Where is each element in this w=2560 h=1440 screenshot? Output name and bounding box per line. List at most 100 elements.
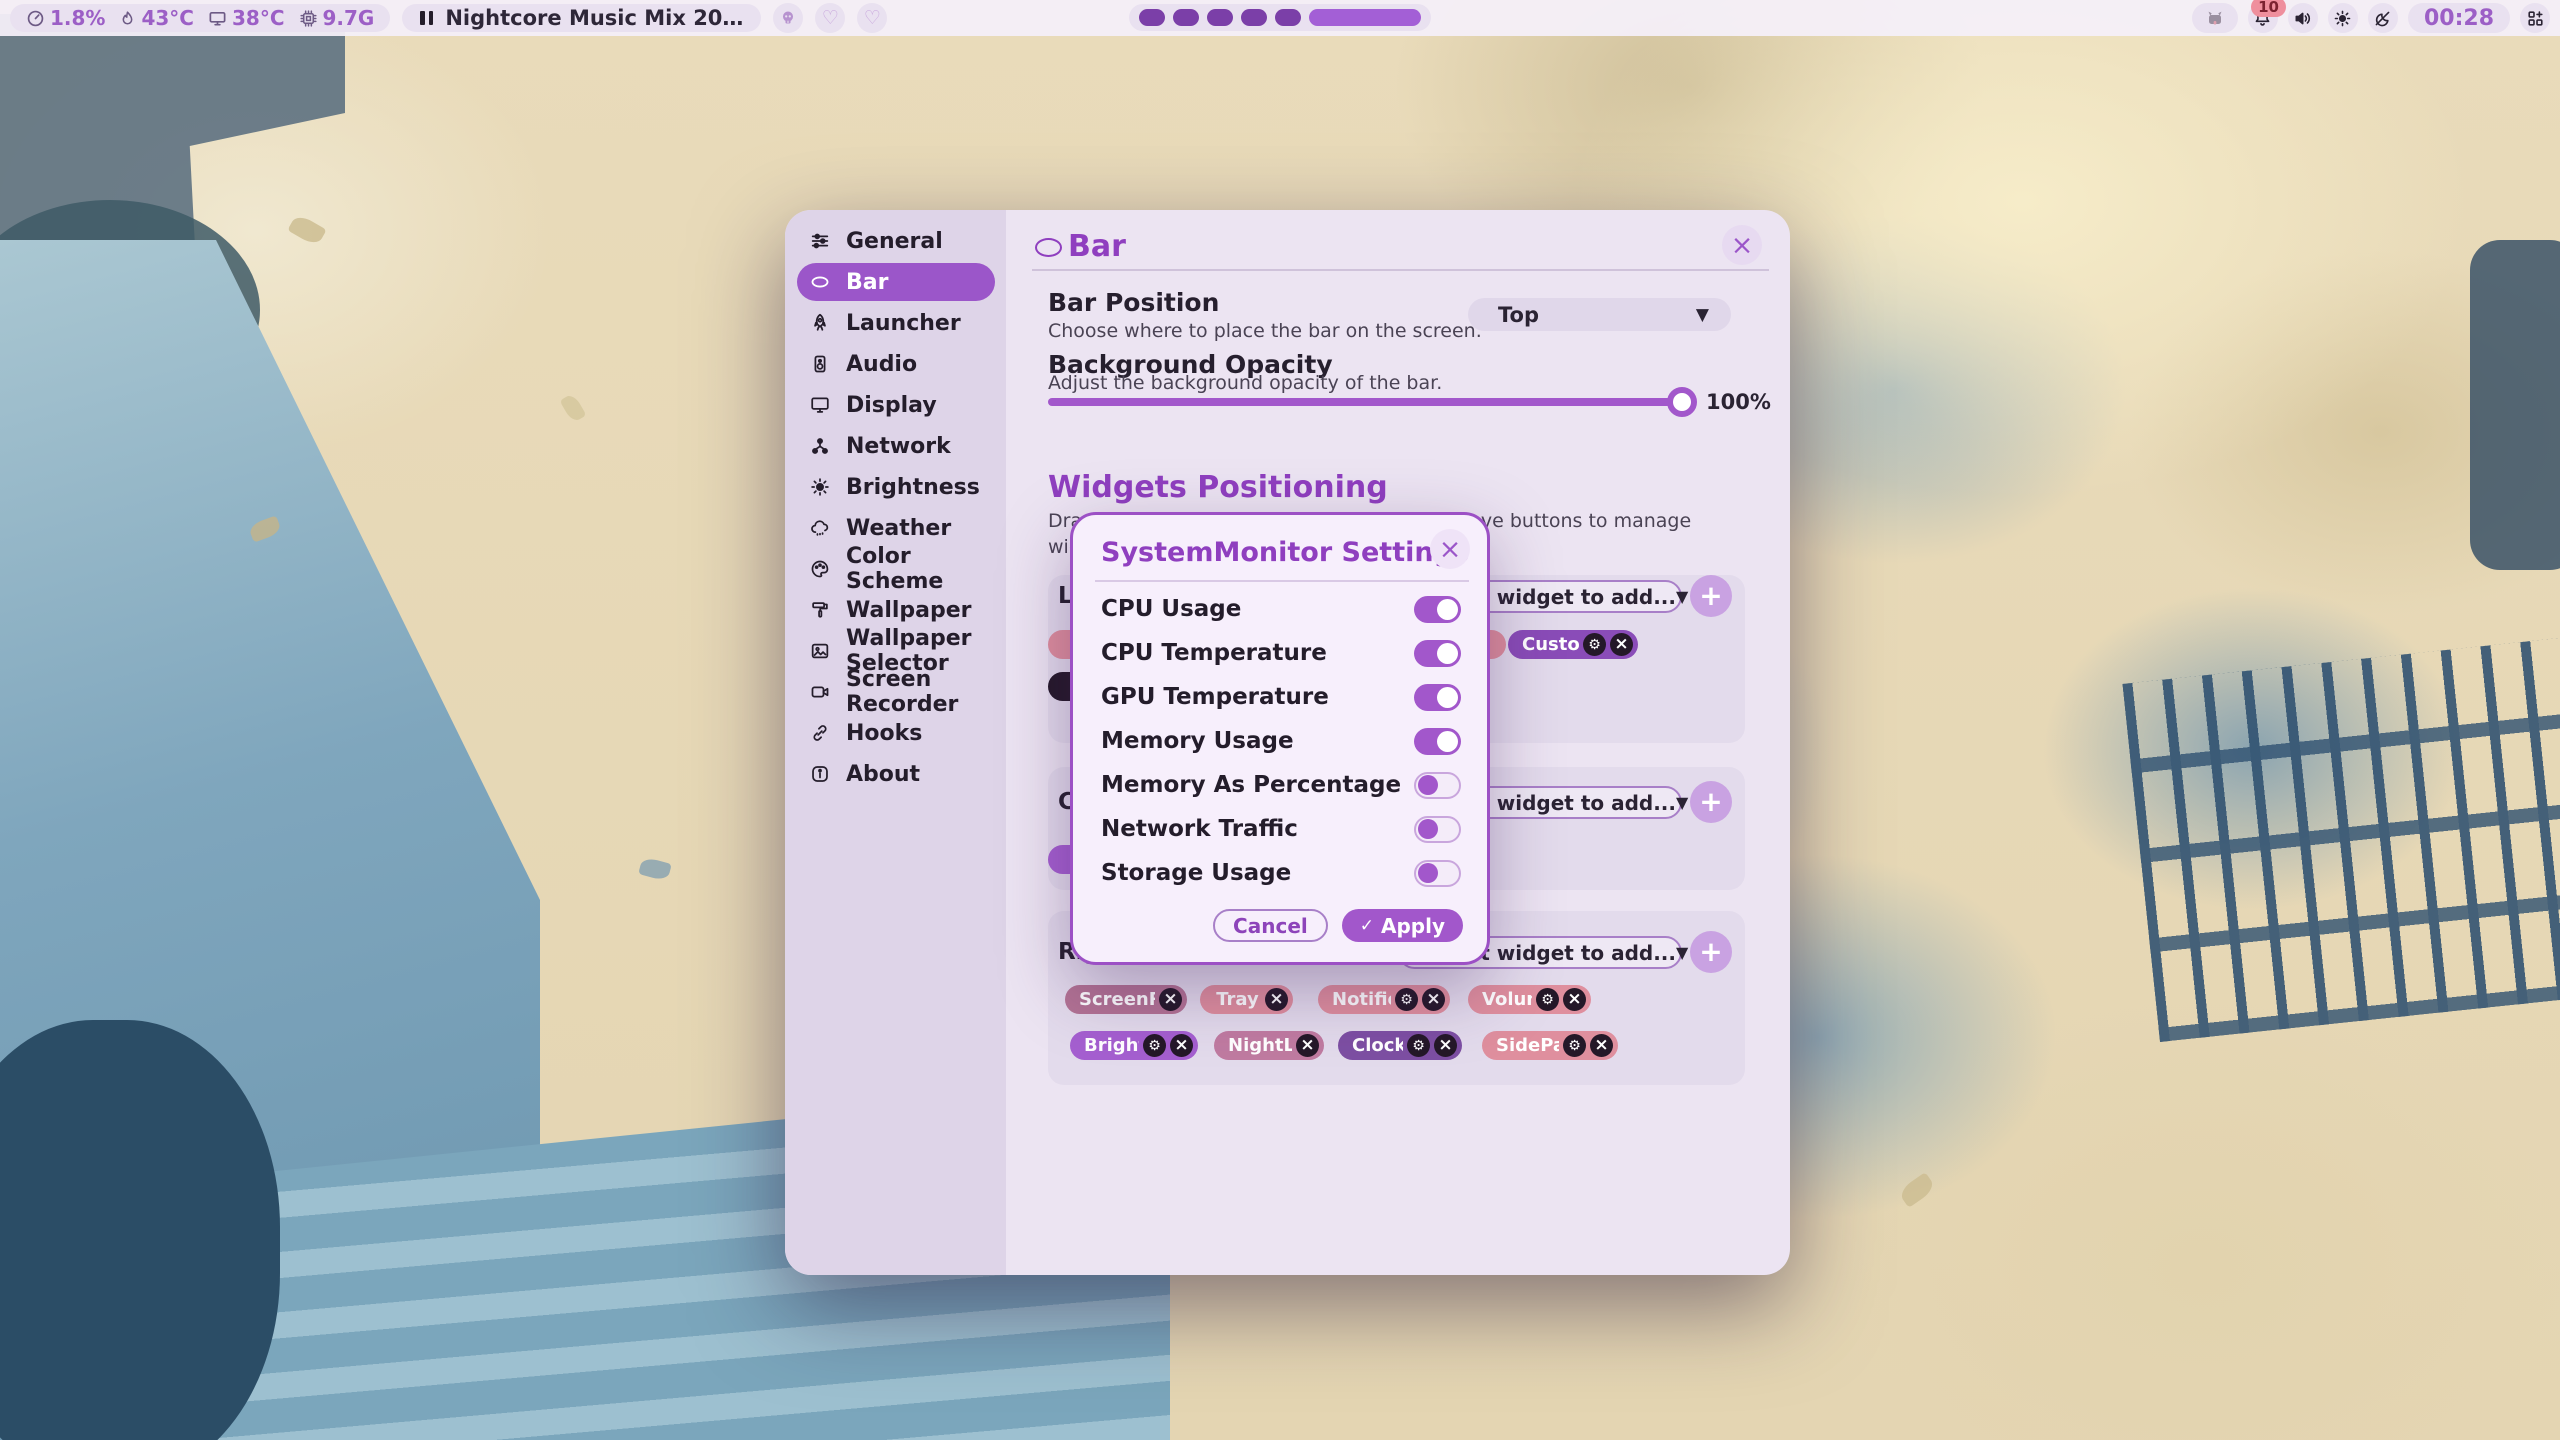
sidebar-item-network[interactable]: Network	[797, 427, 995, 465]
remove-icon[interactable]: ×	[1265, 988, 1288, 1011]
heart-button-1[interactable]: ♡	[815, 3, 845, 33]
check-icon: ✓	[1360, 916, 1374, 936]
background-opacity-slider[interactable]	[1048, 398, 1682, 406]
remove-icon[interactable]: ×	[1590, 1034, 1613, 1057]
right-add-widget-button[interactable]: +	[1690, 931, 1732, 973]
cancel-button[interactable]: Cancel	[1213, 909, 1328, 942]
network-traffic-toggle[interactable]	[1414, 816, 1461, 843]
gear-icon[interactable]: ⚙	[1563, 1034, 1586, 1057]
bar-position-value: Top	[1498, 303, 1539, 327]
top-bar-left: 1.8% 43°C 38°C	[10, 4, 887, 32]
brightness-button[interactable]	[2328, 3, 2358, 33]
sidebar-item-brightness[interactable]: Brightness	[797, 468, 995, 506]
gear-icon[interactable]: ⚙	[1407, 1034, 1430, 1057]
modal-divider	[1095, 580, 1469, 582]
clock-widget[interactable]: 00:28	[2408, 3, 2510, 33]
remove-icon[interactable]: ×	[1563, 988, 1586, 1011]
toggle-label: Memory As Percentage	[1101, 772, 1401, 798]
sidebar-item-color-scheme[interactable]: Color Scheme	[797, 550, 995, 588]
widget-chip-sidepaneltoggle[interactable]: SidePanelT… ⚙ ×	[1482, 1031, 1618, 1060]
widget-chip-notifications[interactable]: Notification… ⚙ ×	[1318, 985, 1450, 1014]
cpu-temp-value: 43°C	[141, 6, 194, 30]
widget-chip-brightness[interactable]: Brightness ⚙ ×	[1070, 1031, 1198, 1060]
sun-icon	[809, 476, 831, 498]
toggle-row-memory-usage: Memory Usage	[1101, 724, 1461, 758]
sidebar-item-wallpaper[interactable]: Wallpaper	[797, 591, 995, 629]
widget-chip-tray[interactable]: Tray ×	[1200, 985, 1293, 1014]
moon-off-icon	[2373, 9, 2392, 28]
workspace-dot-3[interactable]	[1207, 9, 1233, 26]
widget-chip-screenrecorder[interactable]: ScreenReco… ×	[1065, 985, 1187, 1014]
systemmonitor-settings-modal: SystemMonitor Settings × CPU Usage CPU T…	[1070, 512, 1490, 965]
gpu-temperature-toggle[interactable]	[1414, 684, 1461, 711]
sidebar-item-audio[interactable]: Audio	[797, 345, 995, 383]
sidebar-item-about[interactable]: About	[797, 755, 995, 793]
apply-button[interactable]: ✓ Apply	[1342, 909, 1463, 942]
sidebar-item-display[interactable]: Display	[797, 386, 995, 424]
gear-icon[interactable]: ⚙	[1583, 633, 1606, 656]
workspaces-widget[interactable]	[1129, 4, 1431, 31]
gpu-temp-value: 38°C	[232, 6, 285, 30]
widget-chip-custombuttons[interactable]: CustomButt… ⚙ ×	[1508, 630, 1638, 659]
chevron-down-icon: ▼	[1676, 793, 1688, 812]
widget-chip-clock[interactable]: Clock ⚙ ×	[1338, 1031, 1462, 1060]
window-close-button[interactable]: ×	[1722, 225, 1762, 265]
remove-icon[interactable]: ×	[1296, 1034, 1319, 1057]
sidebar-item-general[interactable]: General	[797, 222, 995, 260]
toggle-label: Network Traffic	[1101, 816, 1298, 842]
remove-icon[interactable]: ×	[1610, 633, 1633, 656]
clipped-chip[interactable]	[1048, 845, 1072, 874]
chip-label: CustomButt…	[1522, 634, 1579, 655]
clipped-chip[interactable]	[1048, 630, 1072, 659]
workspace-dot-1[interactable]	[1139, 9, 1165, 26]
media-player-widget[interactable]: Nightcore Music Mix 20…	[402, 4, 761, 32]
volume-button[interactable]	[2288, 3, 2318, 33]
gear-icon[interactable]: ⚙	[1143, 1034, 1166, 1057]
flame-icon	[119, 9, 136, 28]
clipped-chip[interactable]	[1048, 672, 1072, 701]
skull-button[interactable]	[773, 3, 803, 33]
sidebar-item-hooks[interactable]: Hooks	[797, 714, 995, 752]
clipped-chip[interactable]	[1490, 630, 1506, 659]
workspace-active-pill[interactable]	[1309, 9, 1421, 26]
sidebar-item-launcher[interactable]: Launcher	[797, 304, 995, 342]
cpu-usage-toggle[interactable]	[1414, 596, 1461, 623]
plus-icon: +	[1699, 938, 1722, 966]
sidebar-item-bar[interactable]: Bar	[797, 263, 995, 301]
background-opacity-slider-thumb[interactable]	[1667, 387, 1697, 417]
heart-button-2[interactable]: ♡	[857, 3, 887, 33]
workspace-dot-4[interactable]	[1241, 9, 1267, 26]
gear-icon[interactable]: ⚙	[1536, 988, 1559, 1011]
storage-usage-toggle[interactable]	[1414, 860, 1461, 887]
cpu-temperature-toggle[interactable]	[1414, 640, 1461, 667]
sidebar-item-screen-recorder[interactable]: Screen Recorder	[797, 673, 995, 711]
night-light-button[interactable]	[2368, 3, 2398, 33]
dashboard-button[interactable]	[2520, 3, 2550, 33]
background-opacity-value: 100%	[1706, 390, 1771, 414]
memory-usage-toggle[interactable]	[1414, 728, 1461, 755]
wallpaper-trunk	[2470, 240, 2560, 570]
chip-label: SidePanelT…	[1496, 1035, 1559, 1056]
left-add-widget-button[interactable]: +	[1690, 575, 1732, 617]
heart-icon: ♡	[822, 9, 839, 28]
gear-icon[interactable]: ⚙	[1395, 988, 1418, 1011]
workspace-dot-2[interactable]	[1173, 9, 1199, 26]
remove-icon[interactable]: ×	[1170, 1034, 1193, 1057]
sidebar-item-weather[interactable]: Weather	[797, 509, 995, 547]
memory-as-percentage-toggle[interactable]	[1414, 772, 1461, 799]
workspace-dot-5[interactable]	[1275, 9, 1301, 26]
top-bar-right: 10 00:28	[2192, 3, 2550, 33]
remove-icon[interactable]: ×	[1422, 988, 1445, 1011]
remove-icon[interactable]: ×	[1434, 1034, 1457, 1057]
system-stats-widget[interactable]: 1.8% 43°C 38°C	[10, 4, 390, 32]
center-add-widget-button[interactable]: +	[1690, 781, 1732, 823]
sidebar-item-wallpaper-selector[interactable]: Wallpaper Selector	[797, 632, 995, 670]
paint-roller-icon	[809, 599, 831, 621]
notifications-button[interactable]: 10	[2248, 3, 2278, 33]
widget-chip-nightlight[interactable]: NightLight ×	[1214, 1031, 1324, 1060]
modal-close-button[interactable]: ×	[1430, 529, 1470, 569]
widget-chip-volume[interactable]: Volume ⚙ ×	[1468, 985, 1591, 1014]
remove-icon[interactable]: ×	[1159, 988, 1182, 1011]
tray-app-button[interactable]	[2192, 3, 2238, 33]
bar-position-dropdown[interactable]: Top ▼	[1468, 298, 1731, 331]
